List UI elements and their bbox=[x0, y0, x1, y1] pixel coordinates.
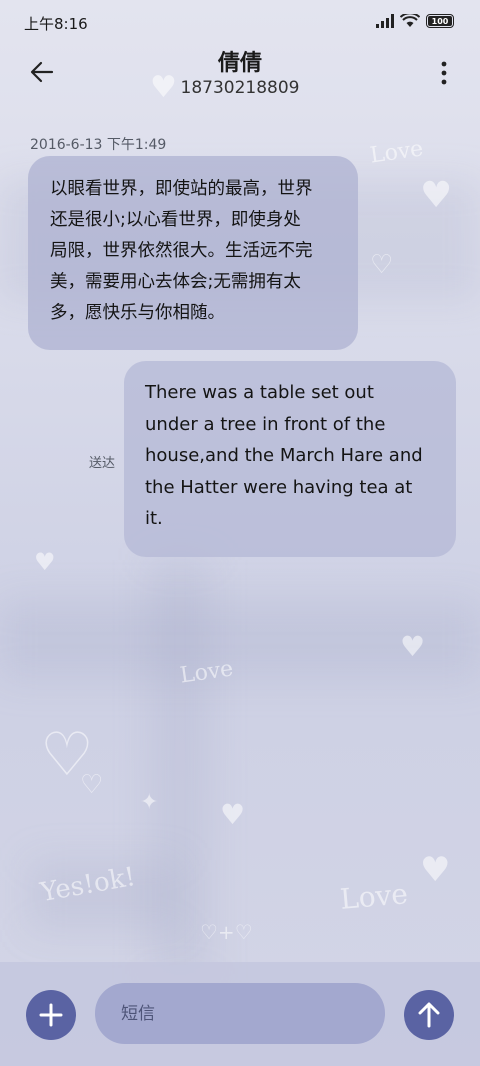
status-time: 上午8:16 bbox=[24, 15, 88, 33]
message-line: it. bbox=[145, 508, 163, 529]
message-line: under a tree in front of the bbox=[145, 413, 386, 435]
message-line: 局限，世界依然很大。生活远不完 bbox=[50, 241, 313, 261]
more-options-button[interactable] bbox=[438, 60, 450, 86]
message-input[interactable] bbox=[95, 983, 385, 1044]
send-button[interactable] bbox=[404, 990, 454, 1040]
message-line: 以眼看世界，即使站的最高，世界 bbox=[50, 179, 313, 199]
contact-number: 18730218809 bbox=[180, 78, 300, 98]
signal-icon bbox=[376, 14, 394, 28]
message-line: 美，需要用心去体会;无需拥有太 bbox=[50, 272, 301, 292]
conversation-header: 倩倩 18730218809 bbox=[0, 40, 480, 110]
wifi-icon bbox=[400, 14, 420, 27]
message-line: the Hatter were having tea at bbox=[145, 476, 413, 498]
message-line: There was a table set out bbox=[145, 382, 374, 403]
plus-icon bbox=[39, 1003, 63, 1027]
message-line: house,and the March Hare and bbox=[145, 445, 423, 466]
message-composer bbox=[0, 962, 480, 1066]
received-message-bubble[interactable]: 以眼看世界，即使站的最高，世界 还是很小;以心看世界，即使身处 局限，世界依然很… bbox=[28, 156, 358, 350]
arrow-up-icon bbox=[418, 1002, 440, 1028]
battery-icon: 100 bbox=[426, 14, 454, 28]
more-vertical-icon bbox=[441, 61, 447, 85]
message-timestamp: 2016-6-13 下午1:49 bbox=[30, 137, 167, 153]
delivery-status: 送达 bbox=[89, 456, 116, 471]
message-line: 多，愿快乐与你相随。 bbox=[50, 303, 225, 323]
message-line: 还是很小;以心看世界，即使身处 bbox=[50, 210, 301, 230]
battery-level: 100 bbox=[431, 16, 449, 26]
add-attachment-button[interactable] bbox=[26, 990, 76, 1040]
contact-name: 倩倩 bbox=[217, 51, 262, 76]
status-icons: 100 bbox=[376, 14, 454, 28]
sent-message-bubble[interactable]: There was a table set out under a tree i… bbox=[124, 361, 456, 557]
